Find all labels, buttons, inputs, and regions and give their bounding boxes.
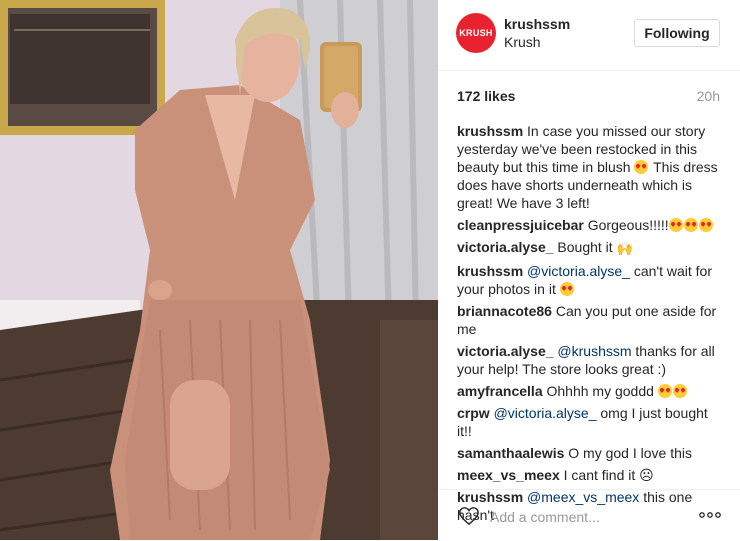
add-comment-input[interactable] (488, 505, 692, 529)
ellipsis-icon[interactable] (698, 508, 722, 522)
comment-item: victoria.alyse_ Bought it 🙌 (457, 238, 725, 258)
comment-item: crpw @victoria.alyse_ omg I just bought … (457, 404, 725, 440)
heart-eyes-emoji (683, 218, 698, 232)
heart-eyes-emoji (668, 218, 683, 232)
heart-outline-icon[interactable] (458, 506, 480, 526)
comment-item: meex_vs_meex I cant find it ☹ (457, 466, 725, 484)
comment-mention[interactable]: @victoria.alyse_ (494, 405, 597, 421)
post-stats: 172 likes 20h (457, 88, 720, 106)
likes-count[interactable]: 172 likes (457, 88, 515, 104)
comment-item: victoria.alyse_ @krushssm thanks for all… (457, 342, 725, 378)
full-name: Krush (504, 34, 541, 50)
comment-username[interactable]: krushssm (457, 123, 523, 139)
comment-username[interactable]: victoria.alyse_ (457, 239, 554, 255)
comment-item: krushssm In case you missed our story ye… (457, 122, 725, 212)
comment-text: Bought it (557, 239, 613, 255)
comment-text: O my god I love this (568, 445, 692, 461)
heart-eyes-emoji (559, 282, 574, 296)
heart-eyes-emoji (657, 384, 672, 398)
instagram-post: KRUSH krushssm Krush Following 172 likes… (0, 0, 740, 540)
comment-username[interactable]: samanthaalewis (457, 445, 564, 461)
post-photo[interactable] (0, 0, 438, 540)
heart-eyes-emoji (672, 384, 687, 398)
post-header: KRUSH krushssm Krush Following (438, 0, 740, 71)
comment-item: amyfrancella Ohhhh my goddd (457, 382, 725, 400)
post-time[interactable]: 20h (697, 88, 720, 104)
comment-username[interactable]: krushssm (457, 263, 523, 279)
raised-hands-emoji: 🙌 (616, 241, 633, 256)
comment-username[interactable]: amyfrancella (457, 383, 543, 399)
heart-eyes-emoji (634, 160, 649, 174)
comment-list: krushssm In case you missed our story ye… (457, 122, 725, 528)
comment-username[interactable]: cleanpressjuicebar (457, 217, 584, 233)
comment-text: I cant find it ☹ (563, 467, 654, 483)
comment-username[interactable]: meex_vs_meex (457, 467, 560, 483)
avatar-logo-text: KRUSH (459, 28, 493, 38)
comment-text: Ohhhh my goddd (546, 383, 654, 399)
comment-username[interactable]: crpw (457, 405, 490, 421)
comment-username[interactable]: briannacote86 (457, 303, 552, 319)
following-button[interactable]: Following (634, 19, 720, 47)
post-sidebar: KRUSH krushssm Krush Following 172 likes… (438, 0, 740, 540)
comment-item: krushssm @victoria.alyse_ can't wait for… (457, 262, 725, 298)
photo-illustration (0, 0, 438, 540)
comment-item: samanthaalewis O my god I love this (457, 444, 725, 462)
comment-item: briannacote86 Can you put one aside for … (457, 302, 725, 338)
comment-item: cleanpressjuicebar Gorgeous!!!!! (457, 216, 725, 234)
comment-mention[interactable]: @krushssm (557, 343, 631, 359)
avatar[interactable]: KRUSH (456, 13, 496, 53)
comment-bar (438, 489, 740, 541)
username-link[interactable]: krushssm (504, 16, 570, 32)
comment-username[interactable]: victoria.alyse_ (457, 343, 554, 359)
heart-eyes-emoji (698, 218, 713, 232)
comment-text: Gorgeous!!!!! (587, 217, 669, 233)
comment-mention[interactable]: @victoria.alyse_ (527, 263, 630, 279)
